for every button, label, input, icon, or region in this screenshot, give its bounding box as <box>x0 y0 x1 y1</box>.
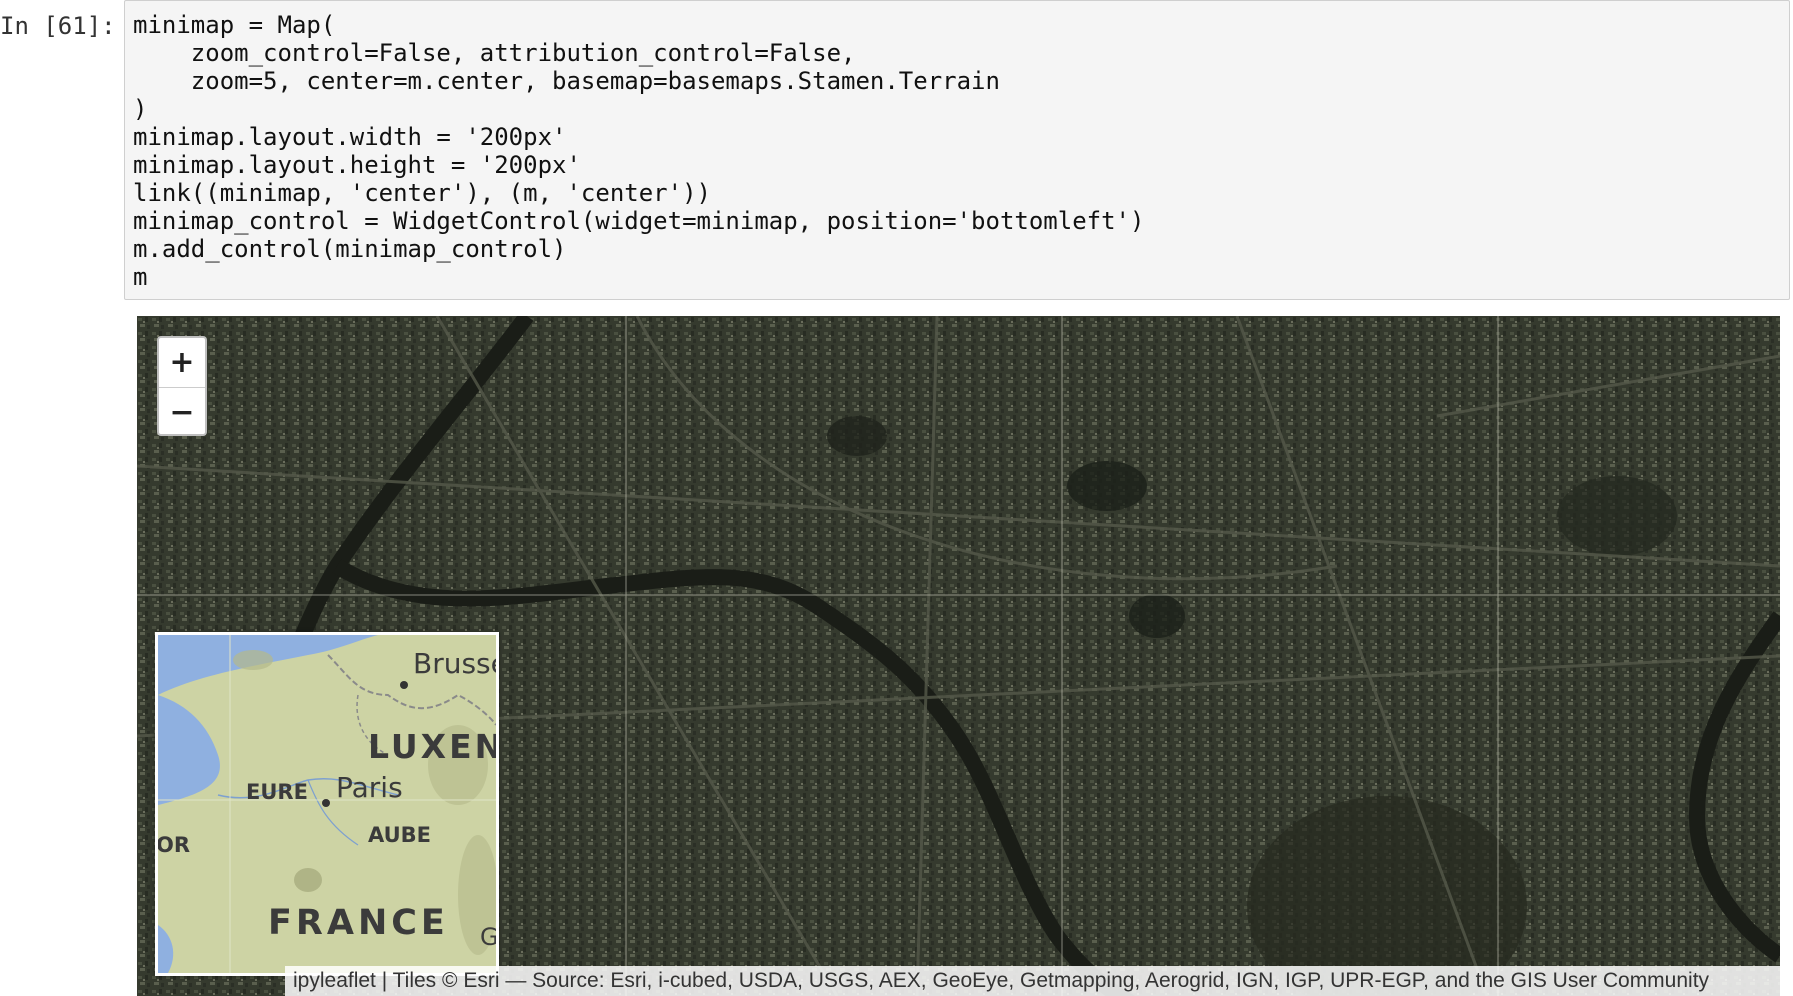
minimap-label-luxembourg: LUXEN <box>368 727 499 766</box>
minimap-label-or: OR <box>156 833 191 857</box>
code-line: minimap_control = WidgetControl(widget=m… <box>133 207 1145 235</box>
minimap-label-aube: AUBE <box>368 823 432 847</box>
minimap-label-paris: Paris <box>336 771 403 804</box>
minimap-label-france: FRANCE <box>268 903 449 943</box>
minimap-label-eure: EURE <box>246 780 308 804</box>
code-line: zoom=5, center=m.center, basemap=basemap… <box>133 67 1000 95</box>
code-line: m <box>133 263 148 291</box>
code-line: minimap.layout.width = '200px' <box>133 123 567 151</box>
minimap-label-g: G <box>480 923 499 951</box>
code-line: minimap = Map( <box>133 11 336 39</box>
minimap[interactable]: Brussel LUXEN EURE Paris AUBE FRANCE OR … <box>155 632 499 976</box>
code-editor[interactable]: minimap = Map( zoom_control=False, attri… <box>133 11 1144 291</box>
attribution-bar: ipyleaflet | Tiles © Esri — Source: Esri… <box>285 966 1780 996</box>
code-line: link((minimap, 'center'), (m, 'center')) <box>133 179 711 207</box>
code-cell-input[interactable]: minimap = Map( zoom_control=False, attri… <box>124 0 1790 300</box>
code-line: zoom_control=False, attribution_control=… <box>133 39 856 67</box>
zoom-out-button[interactable]: − <box>159 387 205 434</box>
cell-prompt: In [61]: <box>0 12 116 40</box>
zoom-in-button[interactable]: + <box>159 338 205 387</box>
minimap-label-brussels: Brussel <box>413 647 496 680</box>
code-line: minimap.layout.height = '200px' <box>133 151 581 179</box>
zoom-control: + − <box>157 336 207 436</box>
code-line: m.add_control(minimap_control) <box>133 235 567 263</box>
map-widget[interactable]: + − Brussel LUXEN <box>137 316 1780 996</box>
code-line: ) <box>133 95 148 123</box>
